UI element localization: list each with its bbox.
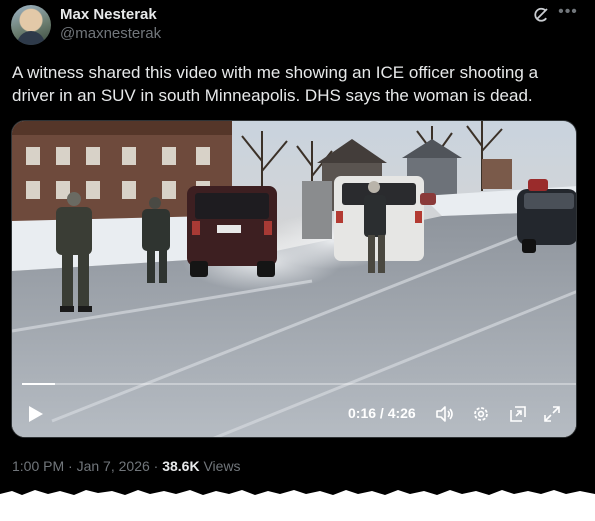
post-meta: 1:00 PM · Jan 7, 2026 · 38.6K Views <box>12 458 241 474</box>
play-icon[interactable] <box>28 405 44 423</box>
post-text: A witness shared this video with me show… <box>12 63 539 105</box>
author-name[interactable]: Max Nesterak <box>60 6 157 23</box>
views-label: Views <box>203 458 241 474</box>
video-time: 0:16 / 4:26 <box>348 405 416 421</box>
video-frame <box>12 121 576 437</box>
post: Max Nesterak @maxnesterak ••• A witness … <box>0 0 595 521</box>
picture-in-picture-icon[interactable] <box>508 404 528 424</box>
more-horizontal-icon[interactable]: ••• <box>556 2 580 22</box>
author-handle[interactable]: @maxnesterak <box>60 25 161 42</box>
views-count: 38.6K <box>162 458 200 474</box>
author-avatar[interactable] <box>11 5 51 45</box>
post-time[interactable]: 1:00 PM <box>12 458 64 474</box>
video-player[interactable]: 0:16 / 4:26 <box>11 120 577 438</box>
video-progress-bar[interactable] <box>22 383 576 385</box>
meta-separator: · <box>68 458 73 474</box>
grok-icon[interactable] <box>532 6 550 24</box>
post-date[interactable]: Jan 7, 2026 <box>77 458 150 474</box>
video-progress-fill <box>22 383 56 385</box>
meta-separator: · <box>153 458 159 474</box>
fullscreen-icon[interactable] <box>542 404 562 424</box>
torn-edge <box>0 490 595 521</box>
volume-icon[interactable] <box>434 404 454 424</box>
gear-icon[interactable] <box>471 404 491 424</box>
avatar-figure <box>17 31 45 45</box>
